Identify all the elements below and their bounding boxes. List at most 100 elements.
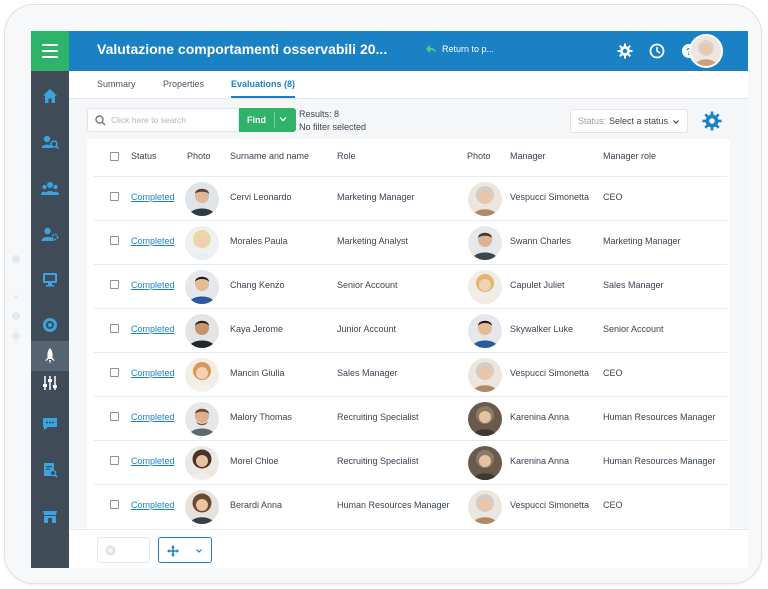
main-content: Find Results: 8 No filter selected Statu… (69, 99, 748, 568)
manager-avatar (468, 314, 502, 348)
manager-avatar (468, 226, 502, 260)
status-link[interactable]: Completed (131, 500, 175, 510)
return-label: Return to p... (442, 44, 495, 54)
manager-avatar (468, 270, 502, 304)
col-status[interactable]: Status (131, 151, 157, 161)
manager-name: Vespucci Simonetta (510, 192, 590, 202)
table-row[interactable]: Completed Berardi Anna Human Resources M… (94, 484, 727, 528)
manager-avatar (468, 358, 502, 392)
move-actions-button[interactable] (158, 537, 212, 563)
employee-role: Human Resources Manager (337, 500, 450, 510)
search-people-icon[interactable] (31, 127, 69, 157)
select-all-checkbox[interactable] (110, 152, 119, 161)
status-link[interactable]: Completed (131, 236, 175, 246)
chevron-down-icon (196, 549, 202, 553)
search-icon (95, 114, 106, 126)
home-icon[interactable] (31, 81, 69, 111)
return-arrow-icon (426, 45, 436, 53)
device-dot (12, 312, 20, 320)
row-checkbox[interactable] (110, 236, 119, 245)
user-avatar[interactable] (689, 34, 723, 68)
table-row[interactable]: Completed Mancin Giulia Sales Manager Ve… (94, 352, 727, 396)
employee-avatar (185, 270, 219, 304)
table-settings-gear-icon[interactable] (702, 111, 722, 131)
col-manager-role[interactable]: Manager role (603, 151, 656, 161)
scroll-gutter (733, 99, 748, 529)
rocket-icon[interactable] (31, 341, 69, 371)
evaluations-table: Status Photo Surname and name Role Photo… (87, 139, 730, 568)
employee-avatar (185, 402, 219, 436)
tab-evaluations[interactable]: Evaluations (8) (231, 79, 296, 98)
plus-circle-icon (105, 545, 116, 555)
device-dot (14, 295, 18, 299)
manager-name: Skywalker Luke (510, 324, 574, 334)
hamburger-menu-button[interactable] (31, 31, 69, 71)
tab-properties[interactable]: Properties (163, 79, 204, 89)
page-title: Valutazione comportamenti osservabili 20… (97, 41, 388, 57)
add-disabled-button[interactable] (97, 537, 150, 563)
clock-icon[interactable] (648, 42, 666, 60)
target-icon[interactable] (31, 310, 69, 340)
employee-role: Junior Account (337, 324, 397, 334)
device-dot (12, 332, 20, 340)
table-row[interactable]: Completed Malory Thomas Recruiting Speci… (94, 396, 727, 440)
table-row[interactable]: Completed Chang Kenzo Senior Account Cap… (94, 264, 727, 308)
monitor-icon[interactable] (31, 264, 69, 294)
chevron-down-icon[interactable] (278, 114, 288, 124)
manager-name: Karenina Anna (510, 456, 570, 466)
col-manager[interactable]: Manager (510, 151, 546, 161)
chevron-down-icon (673, 120, 679, 124)
status-link[interactable]: Completed (131, 412, 175, 422)
manager-role: CEO (603, 192, 623, 202)
table-row[interactable]: Completed Kaya Jerome Junior Account Sky… (94, 308, 727, 352)
row-checkbox[interactable] (110, 280, 119, 289)
table-row[interactable]: Completed Morales Paula Marketing Analys… (94, 220, 727, 264)
manager-role: Sales Manager (603, 280, 664, 290)
manager-role: Marketing Manager (603, 236, 681, 246)
status-link[interactable]: Completed (131, 324, 175, 334)
status-link[interactable]: Completed (131, 192, 175, 202)
results-count: Results: 8 (299, 109, 340, 119)
report-search-icon[interactable] (31, 455, 69, 485)
manager-role: Senior Account (603, 324, 664, 334)
manager-avatar (468, 402, 502, 436)
status-select[interactable]: Status: Select a status (570, 109, 688, 133)
col-surname[interactable]: Surname and name (230, 151, 309, 161)
col-role[interactable]: Role (337, 151, 356, 161)
row-checkbox[interactable] (110, 412, 119, 421)
employee-avatar (185, 446, 219, 480)
tab-summary[interactable]: Summary (97, 79, 136, 89)
chat-icon[interactable] (31, 409, 69, 439)
return-link[interactable]: Return to p... (425, 44, 494, 54)
status-select-label: Status: (578, 116, 607, 126)
find-button[interactable]: Find (239, 108, 296, 132)
row-checkbox[interactable] (110, 368, 119, 377)
sliders-icon[interactable] (31, 368, 69, 398)
employee-name: Morel Chloe (230, 456, 279, 466)
team-icon[interactable] (31, 173, 69, 203)
table-row[interactable]: Completed Morel Chloe Recruiting Special… (94, 440, 727, 484)
employee-avatar (185, 314, 219, 348)
row-checkbox[interactable] (110, 456, 119, 465)
manager-avatar (468, 490, 502, 524)
row-checkbox[interactable] (110, 324, 119, 333)
user-settings-icon[interactable] (31, 219, 69, 249)
row-checkbox[interactable] (110, 500, 119, 509)
status-link[interactable]: Completed (131, 368, 175, 378)
employee-avatar (185, 182, 219, 216)
employee-role: Recruiting Specialist (337, 456, 419, 466)
employee-name: Berardi Anna (230, 500, 283, 510)
app-screen: Valutazione comportamenti osservabili 20… (31, 31, 748, 568)
employee-avatar (185, 226, 219, 260)
manager-role: Human Resources Manager (603, 456, 716, 466)
status-link[interactable]: Completed (131, 456, 175, 466)
employee-name: Kaya Jerome (230, 324, 284, 334)
status-link[interactable]: Completed (131, 280, 175, 290)
row-checkbox[interactable] (110, 192, 119, 201)
store-icon[interactable] (31, 501, 69, 531)
search-input[interactable] (111, 115, 231, 125)
table-row[interactable]: Completed Cervi Leonardo Marketing Manag… (94, 176, 727, 220)
gear-icon[interactable] (616, 42, 634, 60)
manager-name: Capulet Juliet (510, 280, 565, 290)
bottom-toolbar (69, 529, 748, 568)
